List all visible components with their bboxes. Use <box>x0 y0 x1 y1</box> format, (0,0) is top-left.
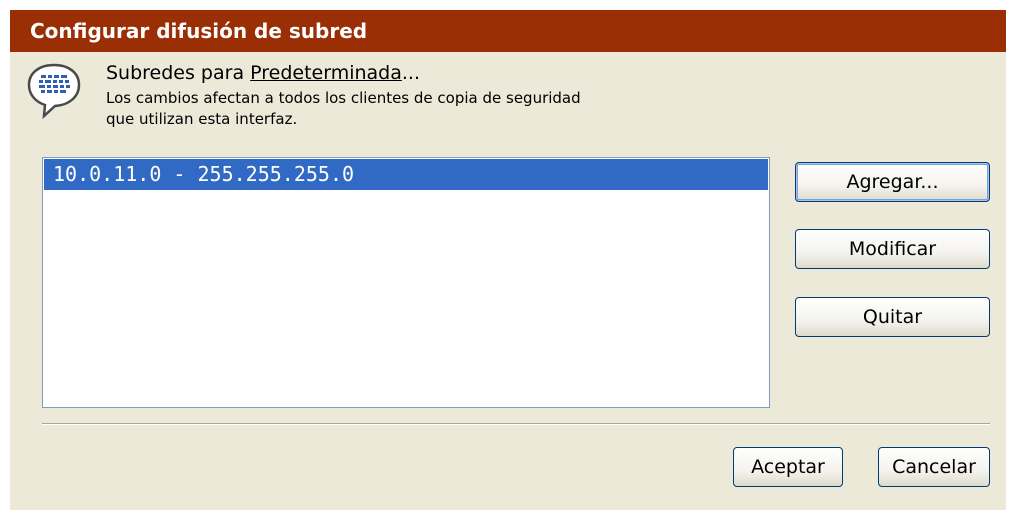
separator <box>42 423 990 425</box>
description-line-2: que utilizan esta interfaz. <box>106 110 298 128</box>
cancel-button[interactable]: Cancelar <box>878 447 990 487</box>
subnet-list[interactable]: 10.0.11.0 - 255.255.255.0 <box>42 157 770 408</box>
subnets-heading: Subredes para Predeterminada... <box>106 62 420 84</box>
add-button[interactable]: Agregar... <box>795 162 990 202</box>
ok-button[interactable]: Aceptar <box>733 447 843 487</box>
subnet-list-item[interactable]: 10.0.11.0 - 255.255.255.0 <box>44 159 768 190</box>
subnet-broadcast-dialog: Configurar difusión de subred Subredes p… <box>10 10 1006 510</box>
modify-button[interactable]: Modificar <box>795 229 990 269</box>
title-bar: Configurar difusión de subred <box>10 10 1006 52</box>
speech-bubble-network-icon <box>27 63 81 120</box>
interface-link[interactable]: Predeterminada <box>250 62 402 84</box>
dialog-title: Configurar difusión de subred <box>30 19 368 43</box>
description-line-1: Los cambios afectan a todos los clientes… <box>106 89 581 107</box>
remove-button[interactable]: Quitar <box>795 297 990 337</box>
heading-prefix: Subredes para <box>106 62 251 84</box>
heading-suffix: ... <box>401 62 421 84</box>
description: Los cambios afectan a todos los clientes… <box>106 88 581 130</box>
